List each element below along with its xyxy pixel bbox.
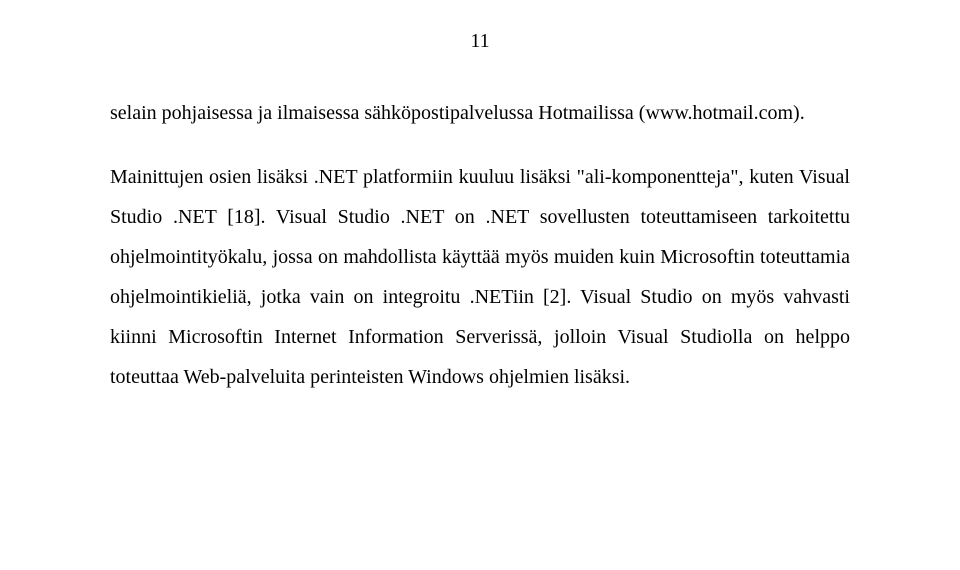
- document-page: 11 selain pohjaisessa ja ilmaisessa sähk…: [0, 0, 960, 570]
- body-paragraph: Mainittujen osien lisäksi .NET platformi…: [110, 157, 850, 397]
- body-paragraph: selain pohjaisessa ja ilmaisessa sähköpo…: [110, 93, 850, 133]
- page-number: 11: [110, 30, 850, 53]
